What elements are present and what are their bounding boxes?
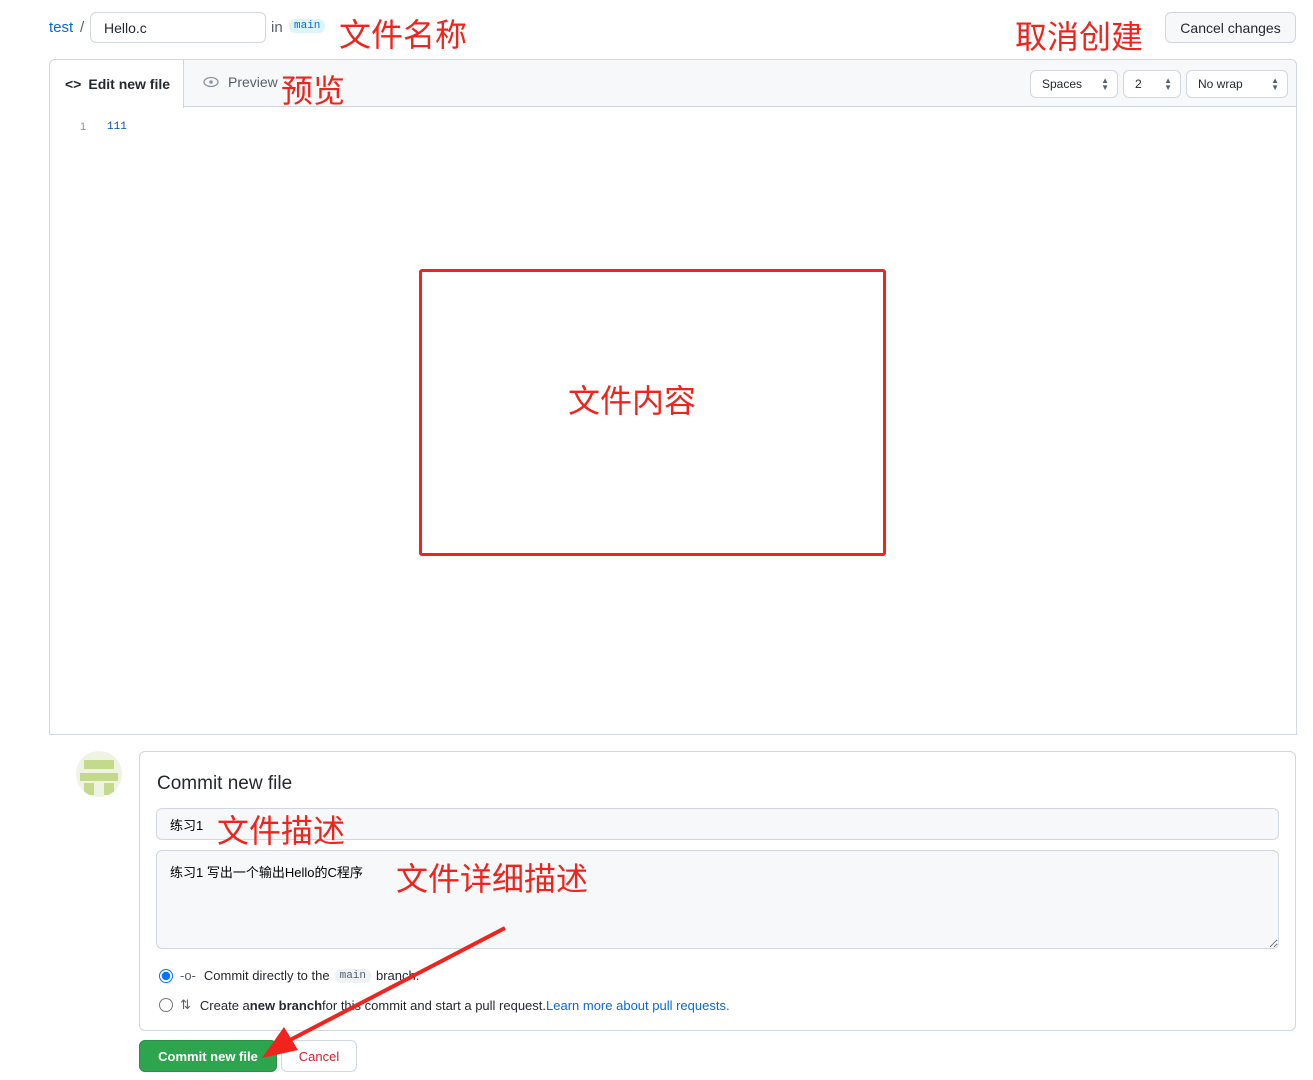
annotation-arrow	[262, 926, 506, 1058]
